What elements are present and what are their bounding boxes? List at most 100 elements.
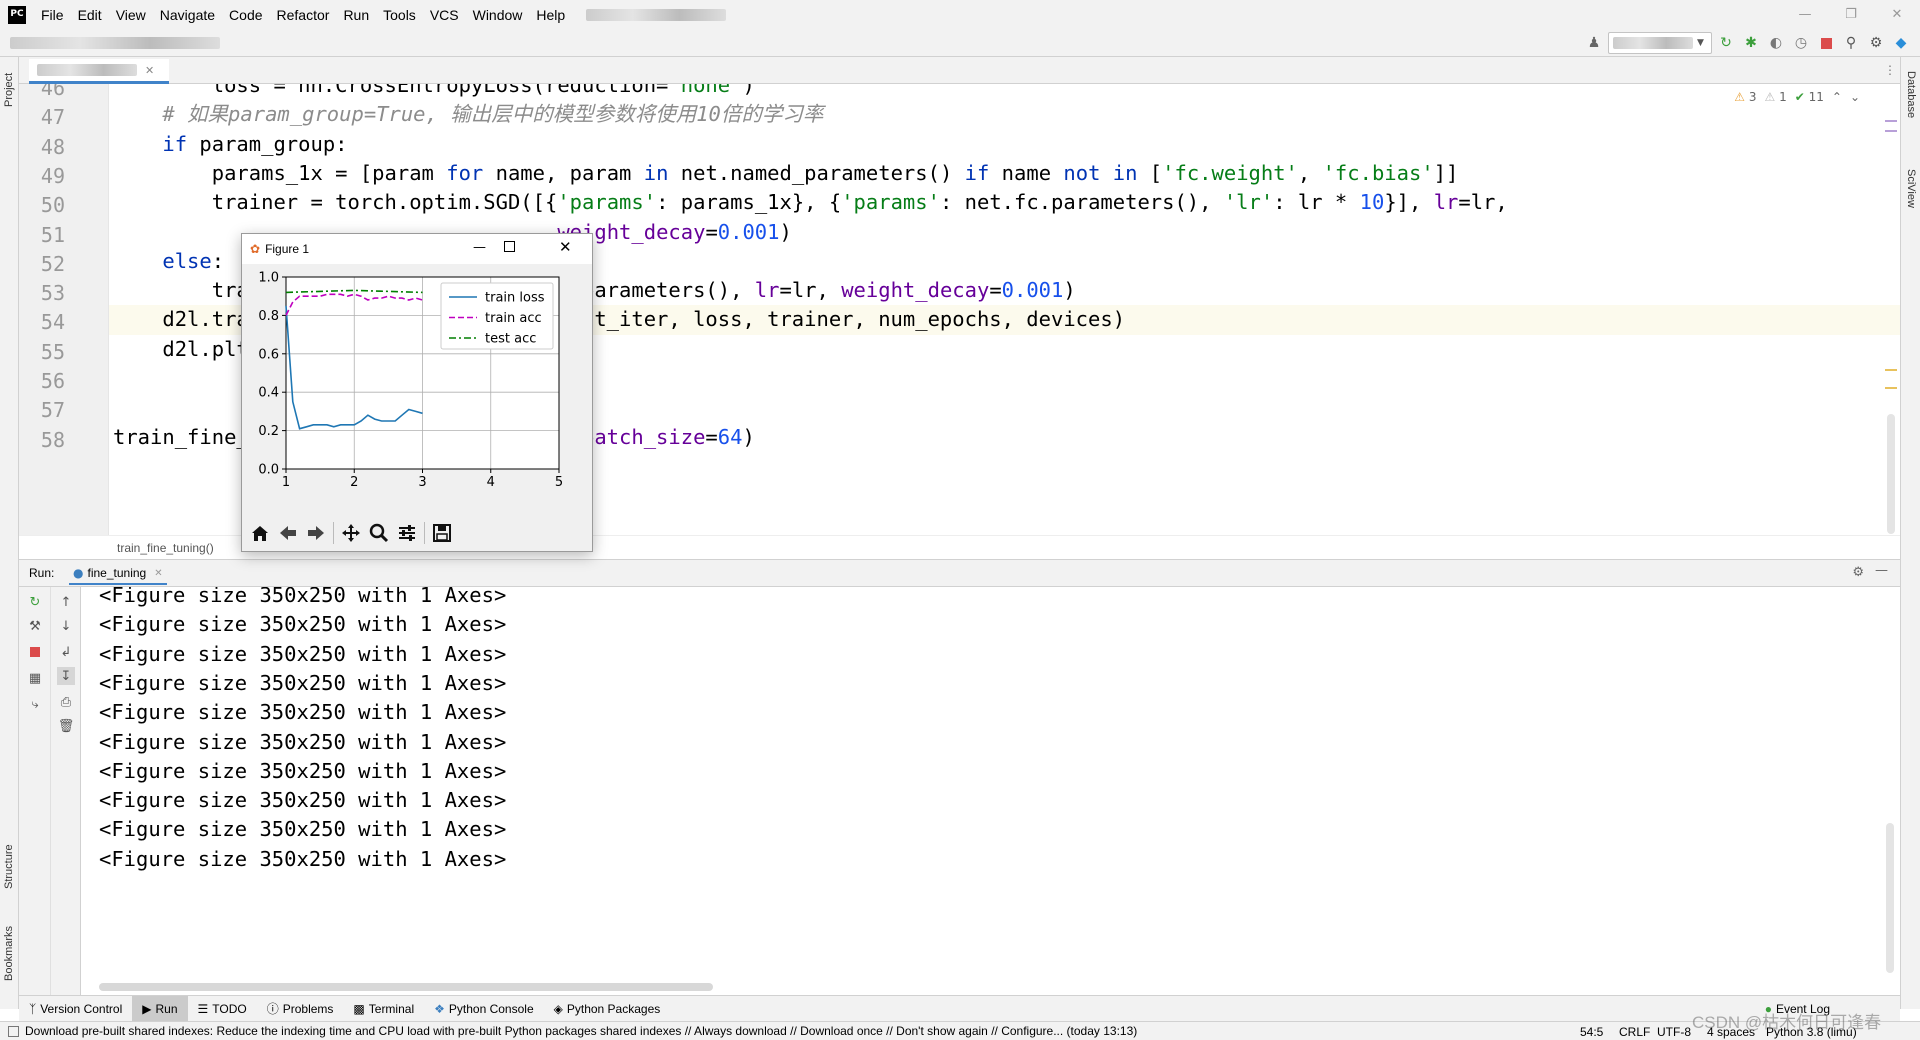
print-icon[interactable]: ⎙ xyxy=(57,693,75,711)
chevron-up-icon[interactable]: ⌃ xyxy=(1832,90,1842,104)
line-number[interactable]: 53 xyxy=(25,281,65,305)
tab-python-packages[interactable]: ◈ Python Packages xyxy=(544,996,671,1022)
close-window-icon[interactable]: ✕ xyxy=(559,238,572,256)
bookmarks-tool-tab[interactable]: Bookmarks xyxy=(3,926,15,981)
project-tool-tab[interactable]: Project xyxy=(3,73,15,107)
ok-count[interactable]: ✔ 11 xyxy=(1795,90,1824,104)
structure-tool-tab[interactable]: Structure xyxy=(3,844,15,889)
warning-count[interactable]: ⚠ 3 xyxy=(1734,90,1756,104)
settings-icon[interactable]: ⚙ xyxy=(1865,32,1887,54)
layout-icon[interactable]: ▦ xyxy=(26,669,44,687)
caret-position[interactable]: 54:5 xyxy=(1580,1025,1603,1039)
console-vertical-scrollbar[interactable] xyxy=(1886,823,1894,973)
inspection-widget[interactable]: ⚠ 3 ⚠ 1 ✔ 11 ⌃ ⌄ xyxy=(1734,90,1860,104)
code-line[interactable]: if param_group: xyxy=(113,130,1893,159)
run-tab[interactable]: ● fine_tuning ✕ xyxy=(69,563,167,585)
breadcrumb[interactable]: train_fine_tuning() xyxy=(117,541,214,555)
restore-icon[interactable]: ❐ xyxy=(1828,0,1874,29)
tab-run[interactable]: ▶ Run xyxy=(132,995,188,1022)
code-line[interactable]: params_1x = [param for name, param in ne… xyxy=(113,159,1893,188)
menu-file[interactable]: File xyxy=(34,7,71,23)
debug-icon[interactable]: ✱ xyxy=(1740,32,1762,54)
menu-navigate[interactable]: Navigate xyxy=(153,7,222,23)
menu-tools[interactable]: Tools xyxy=(376,7,423,23)
status-toggle-icon[interactable] xyxy=(8,1025,19,1037)
status-message[interactable]: Download pre-built shared indexes: Reduc… xyxy=(25,1024,1525,1038)
line-number[interactable]: 58 xyxy=(25,428,65,452)
code-line[interactable]: trainer = torch.optim.SGD([{'params': pa… xyxy=(113,188,1893,217)
tab-todo[interactable]: ☰ TODO xyxy=(188,996,257,1022)
editor-scrollbar[interactable] xyxy=(1887,414,1895,534)
arrow-down-icon[interactable]: ↓ xyxy=(57,617,75,635)
tab-terminal[interactable]: ▩ Terminal xyxy=(343,996,424,1022)
pin-icon[interactable]: ⤷ xyxy=(26,695,44,713)
plugin-icon[interactable]: ◆ xyxy=(1890,32,1912,54)
menu-help[interactable]: Help xyxy=(529,7,572,23)
code-line[interactable]: loss = nn.CrossEntropyLoss(reduction='no… xyxy=(113,84,1893,100)
tab-python-console[interactable]: ❖ Python Console xyxy=(424,996,544,1022)
rerun-icon[interactable]: ↻ xyxy=(26,593,44,611)
arrow-up-icon[interactable]: ↑ xyxy=(57,593,75,611)
editor-tab-active[interactable]: ✕ xyxy=(29,59,169,84)
more-icon[interactable]: ⋮ xyxy=(1884,63,1896,77)
profile-icon[interactable]: ◷ xyxy=(1790,32,1812,54)
menu-window[interactable]: Window xyxy=(466,7,530,23)
weak-warning-count[interactable]: ⚠ 1 xyxy=(1764,90,1786,104)
trash-icon[interactable]: 🗑 xyxy=(57,717,75,735)
matplotlib-figure-window[interactable]: ✿ Figure 1 — ✕ 1 2 3 4 5 0.0 0.2 0.4 0.6 0.8 1.0 tr… xyxy=(241,233,593,552)
line-number[interactable]: 55 xyxy=(25,340,65,364)
line-separator[interactable]: CRLF xyxy=(1619,1025,1650,1039)
stop-icon[interactable] xyxy=(26,643,44,661)
soft-wrap-icon[interactable]: ↲ xyxy=(57,643,75,661)
minimize-icon[interactable]: — xyxy=(1782,0,1828,29)
sciview-tool-tab[interactable]: SciView xyxy=(1905,169,1917,208)
wrench-icon[interactable]: ⚒ xyxy=(26,617,44,635)
save-icon[interactable] xyxy=(428,519,456,547)
line-number[interactable]: 52 xyxy=(25,252,65,276)
close-window-icon[interactable]: ✕ xyxy=(1874,0,1920,29)
scroll-to-end-icon[interactable]: ↧ xyxy=(57,667,75,685)
console-horizontal-scrollbar[interactable] xyxy=(99,983,713,991)
pan-icon[interactable] xyxy=(337,519,365,547)
back-icon[interactable] xyxy=(274,519,302,547)
stop-icon[interactable] xyxy=(1815,32,1837,54)
user-icon[interactable]: ♟ xyxy=(1583,32,1605,54)
database-tool-tab[interactable]: Database xyxy=(1905,71,1917,118)
run-config-selector[interactable]: ▼ xyxy=(1608,32,1712,54)
line-number[interactable]: 57 xyxy=(25,398,65,422)
search-icon[interactable]: ⚲ xyxy=(1840,32,1862,54)
line-number[interactable]: 47 xyxy=(25,105,65,129)
rerun-icon[interactable]: ↻ xyxy=(1715,32,1737,54)
minimize-icon[interactable]: — xyxy=(473,240,486,255)
hide-panel-icon[interactable]: — xyxy=(1875,563,1888,578)
run-console[interactable]: <Figure size 350x250 with 1 Axes> <Figure… xyxy=(81,587,1900,995)
line-number[interactable]: 46 xyxy=(25,84,65,100)
settings-icon[interactable]: ⚙ xyxy=(1852,565,1864,580)
line-number[interactable]: 51 xyxy=(25,223,65,247)
menu-run[interactable]: Run xyxy=(336,7,376,23)
zoom-icon[interactable] xyxy=(365,519,393,547)
tab-version-control[interactable]: ᛉ Version Control xyxy=(19,996,132,1022)
line-number[interactable]: 56 xyxy=(25,369,65,393)
menu-view[interactable]: View xyxy=(109,7,153,23)
file-encoding[interactable]: UTF-8 xyxy=(1657,1025,1691,1039)
maximize-icon[interactable] xyxy=(504,241,515,252)
line-number[interactable]: 48 xyxy=(25,135,65,159)
menu-refactor[interactable]: Refactor xyxy=(270,7,337,23)
line-number[interactable]: 50 xyxy=(25,193,65,217)
menu-edit[interactable]: Edit xyxy=(71,7,109,23)
code-line[interactable]: # 如果param_group=True, 输出层中的模型参数将使用10倍的学习… xyxy=(113,100,1893,129)
navigation-path-blurred[interactable] xyxy=(10,36,220,49)
line-number[interactable]: 54 xyxy=(25,310,65,334)
close-tab-icon[interactable]: ✕ xyxy=(154,568,162,579)
coverage-icon[interactable]: ◐ xyxy=(1765,32,1787,54)
forward-icon[interactable] xyxy=(302,519,330,547)
chevron-down-icon[interactable]: ⌄ xyxy=(1850,90,1860,104)
close-tab-icon[interactable]: ✕ xyxy=(145,64,154,77)
menu-code[interactable]: Code xyxy=(222,7,269,23)
line-number[interactable]: 49 xyxy=(25,164,65,188)
home-icon[interactable] xyxy=(246,519,274,547)
figure-titlebar[interactable]: ✿ Figure 1 — ✕ xyxy=(242,234,592,264)
menu-vcs[interactable]: VCS xyxy=(423,7,466,23)
tab-problems[interactable]: ⓘ Problems xyxy=(257,996,344,1022)
